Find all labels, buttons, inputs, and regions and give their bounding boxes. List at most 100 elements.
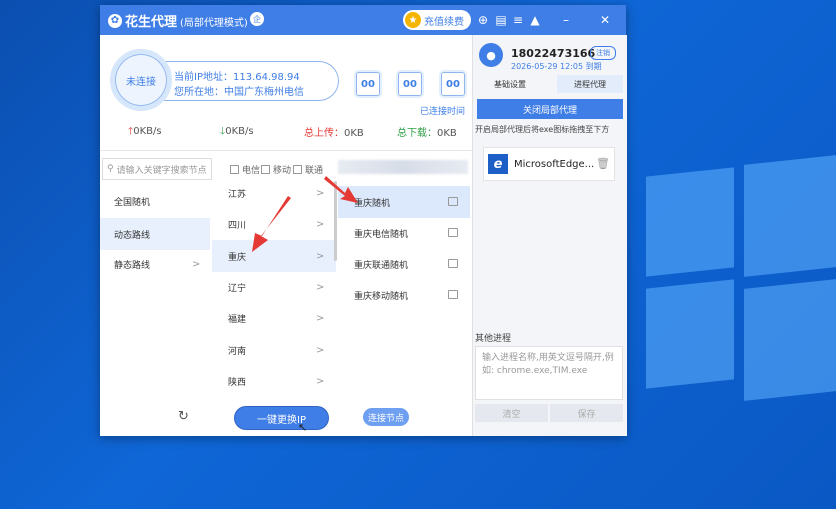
category-item-dynamic-route[interactable]: 动态路线 bbox=[100, 218, 210, 250]
category-item-static-route[interactable]: 静态路线 > bbox=[100, 248, 210, 280]
total-upload-label: 总上传： bbox=[304, 128, 344, 139]
process-item-edge[interactable]: e MicrosoftEdge... 🗑 bbox=[483, 147, 615, 181]
checkbox-icon bbox=[293, 165, 302, 174]
refresh-icon[interactable]: ↻ bbox=[178, 409, 189, 424]
chevron-right-icon: > bbox=[316, 312, 325, 324]
upload-speed-value: 0KB/s bbox=[133, 126, 162, 137]
province-item-shaanxi[interactable]: 陕西 > bbox=[212, 365, 336, 397]
province-item-jiangsu[interactable]: 江苏 > bbox=[212, 177, 336, 209]
filter-mobile-checkbox[interactable]: 移动 bbox=[261, 163, 291, 176]
peanut-icon: ✿ bbox=[108, 13, 122, 28]
menu-icon[interactable]: ≡ bbox=[511, 12, 525, 28]
proxy-app-window: ✿ 花生代理 (局部代理模式) 企 ★ 充值续费 ⊕ ▤ ≡ ▲ – ✕ 未连接… bbox=[100, 5, 627, 436]
process-name: MicrosoftEdge... bbox=[514, 158, 595, 170]
current-ip: 当前IP地址：113.64.98.94 bbox=[174, 72, 300, 83]
trash-icon[interactable]: 🗑 bbox=[596, 157, 610, 170]
connection-status: 未连接 bbox=[126, 76, 156, 88]
favorite-icon[interactable] bbox=[448, 290, 458, 299]
connect-node-button[interactable]: 连接节点 bbox=[363, 408, 409, 426]
filter-label: 电信 bbox=[242, 166, 261, 176]
windows-logo-pane bbox=[646, 279, 734, 389]
clear-button[interactable]: 清空 bbox=[475, 404, 548, 422]
upload-speed: 🡑0KB/s bbox=[128, 124, 162, 141]
province-item-sichuan[interactable]: 四川 > bbox=[212, 208, 336, 240]
close-icon[interactable]: ✕ bbox=[598, 12, 612, 28]
recharge-button[interactable]: ★ 充值续费 bbox=[403, 10, 471, 30]
node-search-input[interactable]: ⚲ 请输入关键字搜索节点 bbox=[102, 158, 212, 180]
favorite-icon[interactable] bbox=[448, 197, 458, 206]
bell-icon[interactable]: ▲ bbox=[528, 12, 542, 28]
proxy-mode-label: (局部代理模式) bbox=[180, 18, 248, 29]
total-download-value: 0KB bbox=[437, 128, 457, 139]
chevron-right-icon: > bbox=[316, 344, 325, 356]
other-processes-label: 其他进程 bbox=[475, 334, 512, 344]
close-local-proxy-button[interactable]: 关闭局部代理 bbox=[477, 99, 623, 119]
checkbox-icon bbox=[261, 165, 270, 174]
chevron-right-icon: > bbox=[192, 258, 201, 270]
category-item-national-random[interactable]: 全国随机 bbox=[100, 185, 210, 217]
checkbox-icon bbox=[230, 165, 239, 174]
edge-browser-icon: e bbox=[488, 154, 508, 174]
right-panel: ● 18022473166 注销 2026-05-29 12:05 到期 基础设… bbox=[472, 35, 627, 436]
mouse-cursor-icon: ↖ bbox=[298, 421, 308, 434]
download-speed-value: 0KB/s bbox=[225, 126, 254, 137]
download-speed: 🡓0KB/s bbox=[220, 124, 254, 141]
chevron-right-icon: > bbox=[316, 375, 325, 387]
current-location: 您所在地：中国广东梅州电信 bbox=[174, 87, 304, 98]
search-placeholder: 请输入关键字搜索节点 bbox=[116, 165, 207, 176]
chevron-right-icon: > bbox=[316, 187, 325, 199]
chevron-right-icon: > bbox=[316, 250, 325, 262]
recharge-label: 充值续费 bbox=[424, 16, 464, 28]
category-label: 全国随机 bbox=[114, 197, 151, 208]
globe-icon[interactable]: ⊕ bbox=[476, 12, 490, 28]
favorite-icon[interactable] bbox=[448, 259, 458, 268]
filter-telecom-checkbox[interactable]: 电信 bbox=[230, 163, 260, 176]
chevron-right-icon: > bbox=[316, 281, 325, 293]
connection-status-button[interactable]: 未连接 bbox=[110, 49, 172, 111]
filter-label: 联通 bbox=[305, 166, 324, 176]
star-icon: ★ bbox=[405, 12, 421, 28]
province-label: 江苏 bbox=[228, 189, 247, 200]
windows-logo bbox=[620, 150, 836, 410]
timer-minutes: 00 bbox=[398, 72, 422, 96]
list-icon[interactable]: ▤ bbox=[494, 12, 508, 28]
logout-button[interactable]: 注销 bbox=[590, 46, 616, 60]
node-item-chongqing-unicom-random[interactable]: 重庆联通随机 bbox=[338, 248, 470, 280]
save-button[interactable]: 保存 bbox=[550, 404, 623, 422]
node-item-chongqing-mobile-random[interactable]: 重庆移动随机 bbox=[338, 279, 470, 311]
blurred-region bbox=[338, 160, 468, 174]
user-avatar-icon: ● bbox=[479, 43, 503, 67]
tab-process-proxy[interactable]: 进程代理 bbox=[557, 75, 623, 93]
node-label: 重庆移动随机 bbox=[354, 291, 409, 302]
account-expire: 2026-05-29 12:05 到期 bbox=[511, 62, 602, 71]
province-item-henan[interactable]: 河南 > bbox=[212, 334, 336, 366]
brand-name: 花生代理 bbox=[125, 15, 178, 30]
minimize-icon[interactable]: – bbox=[559, 12, 573, 28]
province-list-scrollbar[interactable] bbox=[334, 181, 337, 261]
node-item-chongqing-random[interactable]: 重庆随机 bbox=[338, 186, 470, 218]
process-names-input[interactable]: 输入进程名称,用英文逗号隔开,例如: chrome.exe,TIM.exe bbox=[475, 346, 623, 400]
filter-unicom-checkbox[interactable]: 联通 bbox=[293, 163, 323, 176]
favorite-icon[interactable] bbox=[448, 228, 458, 237]
enterprise-badge: 企 bbox=[250, 12, 264, 26]
change-ip-button[interactable]: 一键更换IP bbox=[235, 407, 328, 429]
province-label: 陕西 bbox=[228, 377, 247, 388]
account-phone: 18022473166 bbox=[511, 47, 596, 60]
node-label: 重庆联通随机 bbox=[354, 260, 409, 271]
connected-time-label: 已连接时间 bbox=[420, 107, 466, 117]
search-icon: ⚲ bbox=[107, 164, 114, 174]
drag-hint: 开启局部代理后将exe图标拖拽至下方 bbox=[475, 125, 610, 134]
province-label: 福建 bbox=[228, 314, 247, 325]
tab-basic-settings[interactable]: 基础设置 bbox=[477, 75, 543, 93]
province-item-liaoning[interactable]: 辽宁 > bbox=[212, 271, 336, 303]
filter-label: 移动 bbox=[273, 166, 292, 176]
province-item-fujian[interactable]: 福建 > bbox=[212, 302, 336, 334]
category-label: 静态路线 bbox=[114, 260, 151, 271]
node-item-chongqing-telecom-random[interactable]: 重庆电信随机 bbox=[338, 217, 470, 249]
timer-seconds: 00 bbox=[441, 72, 465, 96]
province-item-chongqing[interactable]: 重庆 > bbox=[212, 240, 336, 272]
province-label: 辽宁 bbox=[228, 283, 247, 294]
node-label: 重庆电信随机 bbox=[354, 229, 409, 240]
province-label: 重庆 bbox=[228, 252, 247, 263]
windows-logo-pane bbox=[744, 279, 836, 401]
